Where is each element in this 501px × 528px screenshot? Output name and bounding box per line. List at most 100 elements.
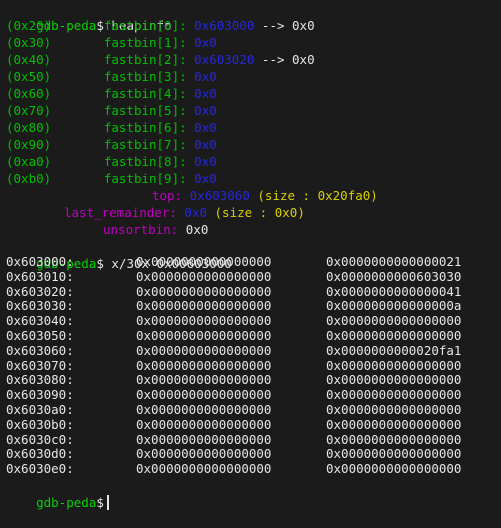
memory-address: 0x603060: [6,342,74,358]
last-remainder-label: last_remainder: [64,205,177,220]
memory-address: 0x6030c0: [6,431,74,447]
fastbin-label: fastbin[6]: [103,120,187,135]
memory-value: 0x0000000000000000 [326,461,462,477]
memory-value: 0x0000000000000000 [326,328,462,343]
unsortbin-line: unsortbin: 0x0 [103,221,208,238]
memory-value: 0x0000000000000000 [326,387,462,403]
memory-address: 0x603090: [6,387,74,403]
prompt-line-dump: gdb-peda$ x/30x 0x00603000 [6,238,232,271]
memory-value: 0x0000000000000000 [136,431,272,447]
fastbin-addr: 0x0 [194,69,217,84]
fastbin-addr: 0x603000 [194,18,255,33]
fastbin-size: (0x80) [6,120,52,135]
fastbin-size: (0x30) [6,35,52,50]
memory-value: 0x0000000000000000 [326,416,462,432]
memory-address: 0x603080: [6,372,74,388]
memory-value: 0x0000000000000000 [326,313,462,329]
memory-value: 0x0000000000000000 [136,446,272,462]
memory-value: 0x0000000000000041 [326,283,462,299]
fastbin-addr: 0x0 [194,154,217,169]
memory-row: 0x6030c0: 0x0000000000000000 0x00000000000… [6,431,486,448]
memory-row: 0x6030a0: 0x0000000000000000 0x00000000000… [6,402,486,418]
fastbin-size: (0x70) [6,103,52,118]
fastbin-row: (0x80) fastbin[6]: 0x0 [6,119,217,136]
fastbin-label: fastbin[5]: [103,103,187,118]
fastbin-row: (0xa0) fastbin[8]: 0x0 [6,153,217,170]
memory-row: 0x603000: 0x0000000000000000 0x00000000000… [6,254,486,270]
text-cursor[interactable] [106,495,109,510]
memory-value: 0x0000000000000000 [136,313,272,329]
memory-value: 0x0000000000000000 [136,328,272,343]
memory-address: 0x603010: [6,268,74,284]
fastbin-row: (0x50) fastbin[3]: 0x0 [6,68,217,85]
fastbin-row: (0x60) fastbin[4]: 0x0 [6,85,217,102]
memory-address: 0x6030d0: [6,446,74,462]
memory-row: 0x603060: 0x0000000000000000 0x00000000000… [6,342,486,359]
fastbin-arrow: --> 0x0 [261,52,315,67]
fastbin-row: (0x90) fastbin[7]: 0x0 [6,136,217,153]
memory-value: 0x0000000000000000 [136,283,272,299]
memory-value: 0x0000000000000000 [136,372,272,388]
prompt-label: gdb-peda [36,495,97,510]
memory-row: 0x603010: 0x0000000000000000 0x00000000006… [6,268,486,285]
top-addr: 0x603060 [189,188,250,203]
memory-address: 0x6030e0: [6,461,74,477]
top-label: top: [152,188,183,203]
memory-row: 0x603040: 0x0000000000000000 0x00000000000… [6,313,486,329]
memory-value: 0x0000000000000000 [326,431,462,447]
memory-row: 0x6030e0: 0x0000000000000000 0x00000000000… [6,461,486,477]
memory-row: 0x6030b0: 0x0000000000000000 0x00000000000… [6,416,486,433]
memory-address: 0x603050: [6,328,74,343]
memory-value: 0x0000000000000000 [326,357,462,373]
fastbin-size: (0x40) [6,52,52,67]
prompt-line-heapinfo: gdb-peda$ heapinfo [6,0,172,33]
memory-address: 0x6030a0: [6,402,74,417]
fastbin-size: (0xb0) [6,171,52,186]
fastbin-size: (0x50) [6,69,52,84]
memory-value: 0x0000000000000000 [136,357,272,373]
fastbin-label: fastbin[2]: [103,52,187,67]
memory-value: 0x0000000000000000 [136,254,272,269]
fastbin-row: (0x20) fastbin[0]: 0x603000 --> 0x0 [6,17,315,34]
memory-address: 0x603040: [6,313,74,329]
memory-value: 0x000000000000000a [326,298,462,314]
fastbin-addr: 0x0 [194,137,217,152]
unsortbin-label: unsortbin: [103,222,179,237]
memory-row: 0x603090: 0x0000000000000000 0x00000000000… [6,387,486,403]
memory-value: 0x0000000000000000 [136,268,272,284]
memory-value: 0x0000000000000000 [326,402,462,417]
memory-address: 0x603070: [6,357,74,373]
memory-address: 0x603030: [6,298,74,314]
terminal-window[interactable]: gdb-peda$ heapinfo (0x20) fastbin[0]: 0x… [0,0,501,510]
fastbin-addr: 0x0 [194,120,217,135]
memory-value: 0x0000000000000000 [136,298,272,314]
memory-row: 0x603080: 0x0000000000000000 0x00000000000… [6,373,486,388]
fastbin-addr: 0x0 [194,171,217,186]
fastbin-label: fastbin[3]: [103,69,187,84]
memory-address: 0x603020: [6,283,74,299]
memory-value: 0x0000000000000000 [326,372,462,388]
prompt-line-active[interactable]: gdb-peda$ [6,477,109,510]
fastbin-size: (0x60) [6,86,52,101]
fastbin-size: (0x20) [6,18,52,33]
fastbin-label: fastbin[0]: [103,18,187,33]
top-size-info: (size : 0x20fa0) [257,188,378,203]
fastbin-label: fastbin[7]: [103,137,187,152]
memory-value: 0x0000000000000000 [136,416,272,432]
top-chunk-line: top: 0x603060 (size : 0x20fa0) [152,187,378,204]
memory-value: 0x0000000000000000 [136,387,272,403]
fastbin-addr: 0x0 [194,103,217,118]
memory-row: 0x6030d0: 0x0000000000000000 0x00000000000… [6,447,486,462]
fastbin-row: (0x40) fastbin[2]: 0x603020 --> 0x0 [6,51,315,68]
memory-value: 0x0000000000000000 [136,342,272,358]
memory-address: 0x6030b0: [6,416,74,432]
memory-value: 0x0000000000000021 [326,254,462,269]
last-remainder-addr: 0x0 [184,205,207,220]
fastbin-addr: 0x0 [194,86,217,101]
fastbin-label: fastbin[9]: [103,171,187,186]
fastbin-addr: 0x603020 [194,52,255,67]
last-remainder-size-info: (size : 0x0) [214,205,305,220]
fastbin-row: (0xb0) fastbin[9]: 0x0 [6,170,217,187]
memory-value: 0x0000000000020fa1 [326,342,462,358]
unsortbin-value: 0x0 [185,222,209,237]
